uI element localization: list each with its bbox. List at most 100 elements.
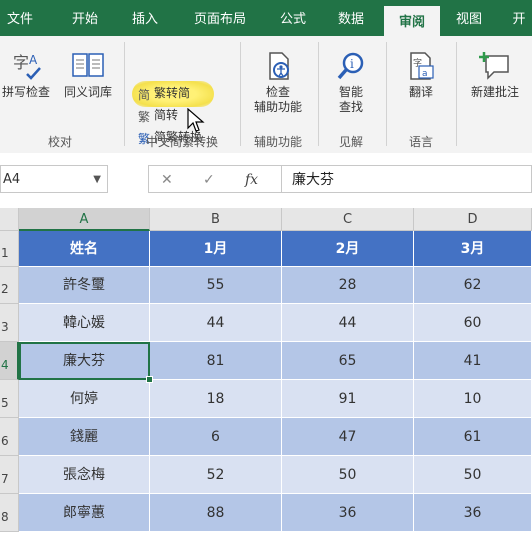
group-label-language: 语言 <box>408 135 433 149</box>
mouse-cursor-icon <box>187 108 205 132</box>
insert-function-icon[interactable]: fx <box>245 166 258 194</box>
table-cell[interactable]: 41 <box>414 342 532 380</box>
table-cell[interactable]: 6 <box>150 418 282 456</box>
tab-data[interactable]: 数据 <box>326 0 376 36</box>
table-cell[interactable]: 錢麗 <box>19 418 150 456</box>
translate-label: 翻译 <box>408 85 433 99</box>
trad-to-simp-button[interactable]: 简繁转简 <box>138 84 190 102</box>
row-header[interactable]: 4 <box>0 342 19 380</box>
table-cell[interactable]: 韓心媛 <box>19 304 150 342</box>
table-header-cell[interactable]: 2月 <box>282 231 414 267</box>
trad-to-simp-icon: 简 <box>138 88 150 101</box>
formula-controls: ✕ ✓ fx <box>148 165 282 193</box>
tab-review[interactable]: 审阅 <box>384 6 440 36</box>
tab-insert[interactable]: 插入 <box>120 0 170 36</box>
cancel-icon[interactable]: ✕ <box>161 166 173 194</box>
column-header[interactable]: C <box>282 208 414 231</box>
row-header[interactable]: 2 <box>0 267 19 304</box>
column-header[interactable]: A <box>19 208 150 231</box>
translate-icon: 字 a <box>410 52 434 80</box>
table-cell[interactable]: 44 <box>282 304 414 342</box>
row-header[interactable]: 1 <box>0 231 19 267</box>
new-comment-button[interactable]: 新建批注 <box>462 50 528 100</box>
simp-to-trad-label: 简转 <box>154 108 179 122</box>
table-cell[interactable]: 55 <box>150 267 282 304</box>
spell-check-button[interactable]: 字 A 拼写检查 <box>0 50 52 100</box>
ribbon-review: 字 A 拼写检查 同义词库 校对 简繁转简 繁简转 繁简繁转换 中文简繁转换 检… <box>0 36 532 154</box>
chevron-down-icon[interactable]: ▼ <box>93 166 101 194</box>
ribbon-tab-bar: 文件 开始 插入 页面布局 公式 数据 审阅 视图 开 <box>0 0 532 36</box>
table-cell[interactable]: 47 <box>282 418 414 456</box>
table-cell[interactable]: 28 <box>282 267 414 304</box>
simp-to-trad-icon: 繁 <box>138 109 150 123</box>
thesaurus-button[interactable]: 同义词库 <box>56 50 120 100</box>
name-box-value: A4 <box>3 172 21 187</box>
table-cell[interactable]: 許冬璽 <box>19 267 150 304</box>
table-cell[interactable]: 81 <box>150 342 282 380</box>
table-cell[interactable]: 60 <box>414 304 532 342</box>
check-accessibility-button[interactable]: 检查 辅助功能 <box>244 50 312 115</box>
row-header[interactable]: 8 <box>0 494 19 532</box>
smart-lookup-label-line1: 智能 <box>338 85 363 99</box>
smart-lookup-button[interactable]: i 智能 查找 <box>322 50 380 115</box>
tab-developer[interactable]: 开 <box>504 0 532 36</box>
row-header[interactable]: 6 <box>0 418 19 456</box>
table-cell[interactable]: 50 <box>282 456 414 494</box>
confirm-icon[interactable]: ✓ <box>203 166 215 194</box>
check-label-line2: 辅助功能 <box>253 100 302 114</box>
group-separator <box>456 42 457 146</box>
formula-input[interactable]: 廉大芬 <box>282 165 532 193</box>
translate-button[interactable]: 字 a 翻译 <box>392 50 450 100</box>
table-cell[interactable]: 18 <box>150 380 282 418</box>
tab-home[interactable]: 开始 <box>60 0 110 36</box>
row-header[interactable]: 5 <box>0 380 19 418</box>
table-header-cell[interactable]: 1月 <box>150 231 282 267</box>
table-cell[interactable]: 36 <box>282 494 414 532</box>
table-cell[interactable]: 61 <box>414 418 532 456</box>
svg-text:a: a <box>422 69 428 79</box>
row-header[interactable]: 7 <box>0 456 19 494</box>
table-cell[interactable]: 91 <box>282 380 414 418</box>
column-header[interactable]: B <box>150 208 282 231</box>
group-label-insights: 见解 <box>338 135 363 149</box>
table-header-cell[interactable]: 3月 <box>414 231 532 267</box>
check-label-line1: 检查 <box>265 85 290 99</box>
table-cell[interactable]: 36 <box>414 494 532 532</box>
table-cell[interactable]: 張念梅 <box>19 456 150 494</box>
table-cell[interactable]: 何婷 <box>19 380 150 418</box>
simp-to-trad-button[interactable]: 繁简转 <box>138 106 178 124</box>
thesaurus-label: 同义词库 <box>63 85 112 99</box>
tab-page-layout[interactable]: 页面布局 <box>180 0 260 36</box>
group-label-chinese-conversion: 中文简繁转换 <box>145 135 218 149</box>
table-header-cell[interactable]: 姓名 <box>19 231 150 267</box>
group-separator <box>318 42 319 146</box>
formula-bar: A4 ▼ ✕ ✓ fx 廉大芬 <box>0 153 532 208</box>
table-cell[interactable]: 44 <box>150 304 282 342</box>
fill-handle[interactable] <box>146 376 153 383</box>
tab-view[interactable]: 视图 <box>444 0 494 36</box>
table-cell[interactable]: 郎寧蕙 <box>19 494 150 532</box>
trad-to-simp-label: 繁转简 <box>154 86 191 100</box>
thesaurus-icon <box>72 53 104 77</box>
table-cell[interactable]: 62 <box>414 267 532 304</box>
table-cell[interactable]: 廉大芬 <box>19 342 150 380</box>
select-all-corner[interactable] <box>0 208 19 231</box>
name-box[interactable]: A4 ▼ <box>0 165 108 193</box>
column-header[interactable]: D <box>414 208 532 231</box>
tab-file[interactable]: 文件 <box>2 0 38 36</box>
svg-text:字: 字 <box>13 53 29 72</box>
spell-check-label: 拼写检查 <box>1 85 50 99</box>
group-label-proofing: 校对 <box>47 135 72 149</box>
svg-text:繁: 繁 <box>138 109 150 123</box>
table-cell[interactable]: 65 <box>282 342 414 380</box>
group-label-accessibility: 辅助功能 <box>253 135 302 149</box>
new-comment-icon <box>479 52 509 80</box>
svg-text:i: i <box>350 57 354 71</box>
table-cell[interactable]: 52 <box>150 456 282 494</box>
table-cell[interactable]: 10 <box>414 380 532 418</box>
tab-formulas[interactable]: 公式 <box>268 0 318 36</box>
row-header[interactable]: 3 <box>0 304 19 342</box>
table-cell[interactable]: 50 <box>414 456 532 494</box>
svg-text:简: 简 <box>138 88 150 101</box>
table-cell[interactable]: 88 <box>150 494 282 532</box>
